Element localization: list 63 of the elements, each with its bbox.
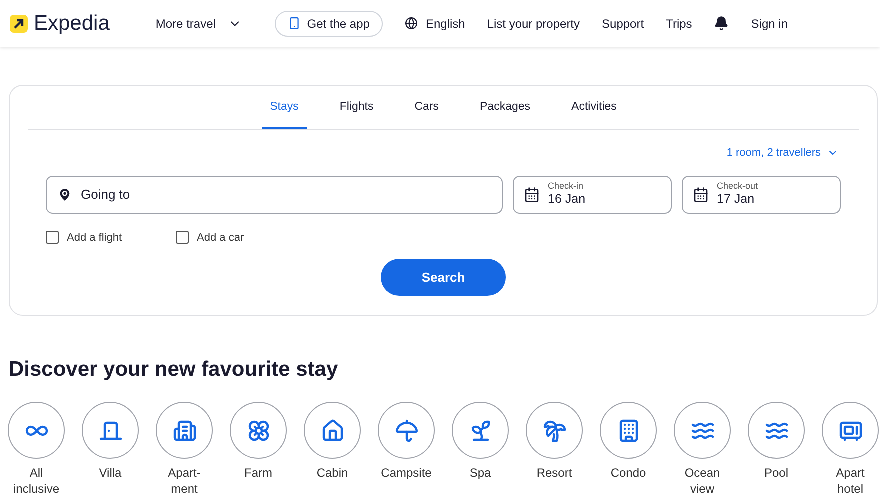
- field-value: 16 Jan: [548, 192, 586, 208]
- stay-type-label: Villa: [98, 465, 123, 481]
- check-in-field[interactable]: Check-in 16 Jan: [513, 176, 672, 214]
- more-travel-menu[interactable]: More travel: [156, 14, 242, 32]
- stay-type-label: Campsite: [380, 465, 433, 481]
- stay-type-button[interactable]: [526, 402, 583, 459]
- stay-type-button[interactable]: [674, 402, 731, 459]
- checkbox-label: Add a car: [197, 230, 244, 246]
- stay-type-button[interactable]: [748, 402, 805, 459]
- umbrella-icon: [394, 418, 418, 442]
- checkbox-label: Add a flight: [67, 230, 122, 246]
- section-title: Discover your new favourite stay: [9, 357, 340, 383]
- search-tab[interactable]: Stays: [262, 98, 307, 129]
- stay-type-label: Pool: [763, 465, 790, 481]
- notification-bell-icon[interactable]: [714, 16, 730, 31]
- stay-type-button[interactable]: [378, 402, 435, 459]
- stay-type-label: Condo: [610, 465, 648, 481]
- stay-type-label: Apart hotel: [835, 465, 866, 497]
- stay-type-button[interactable]: [304, 402, 361, 459]
- checkbox[interactable]: [176, 231, 190, 244]
- nav-link[interactable]: List your property: [487, 14, 580, 32]
- stay-type-label: Resort: [536, 465, 574, 481]
- nav-link[interactable]: Support: [602, 14, 644, 32]
- stay-type-button[interactable]: [822, 402, 879, 459]
- logo-icon: [10, 14, 28, 32]
- search-button[interactable]: Search: [381, 259, 506, 296]
- flower-icon: [246, 418, 270, 442]
- search-tab[interactable]: Packages: [472, 98, 539, 129]
- phone-icon: [288, 17, 302, 30]
- get-app-button[interactable]: Get the app: [275, 10, 383, 36]
- calendar-icon: [693, 186, 709, 202]
- field-label: Check-in: [548, 181, 585, 192]
- location-pin-icon: [57, 186, 73, 202]
- nav-link[interactable]: Trips: [666, 14, 692, 32]
- search-tab[interactable]: Activities: [564, 98, 625, 129]
- stay-type-label: Ocean view: [684, 465, 722, 497]
- check-out-field[interactable]: Check-out 17 Jan: [682, 176, 841, 214]
- destination-field[interactable]: Going to: [46, 176, 503, 214]
- field-label: Check-out: [717, 181, 758, 192]
- stay-type-button[interactable]: [600, 402, 657, 459]
- stay-type-button[interactable]: [230, 402, 287, 459]
- logo-text: Expedia: [34, 10, 110, 37]
- calendar-icon: [524, 186, 540, 202]
- language-button[interactable]: English: [404, 14, 466, 32]
- stay-type-button[interactable]: [8, 402, 65, 459]
- stay-type-button[interactable]: [156, 402, 213, 459]
- search-tab[interactable]: Cars: [406, 98, 448, 129]
- stay-type-label: All inclusive: [12, 465, 61, 497]
- palm-tree-icon: [542, 418, 566, 442]
- house-icon: [320, 418, 344, 442]
- nav-link[interactable]: Sign in: [751, 14, 788, 32]
- building-icon: [172, 418, 196, 442]
- search-tab[interactable]: Flights: [332, 98, 382, 129]
- stay-type-label: Apart- ment: [167, 465, 202, 497]
- checkbox[interactable]: [46, 231, 59, 244]
- field-value: 17 Jan: [717, 192, 756, 208]
- stay-type-label: Spa: [468, 465, 492, 481]
- globe-icon: [404, 17, 418, 30]
- stay-type-button[interactable]: [82, 402, 139, 459]
- stay-type-label: Farm: [244, 465, 274, 481]
- stay-type-button[interactable]: [452, 402, 509, 459]
- travellers-dropdown[interactable]: 1 room, 2 travellers: [726, 145, 839, 162]
- stay-type-label: Cabin: [316, 465, 350, 481]
